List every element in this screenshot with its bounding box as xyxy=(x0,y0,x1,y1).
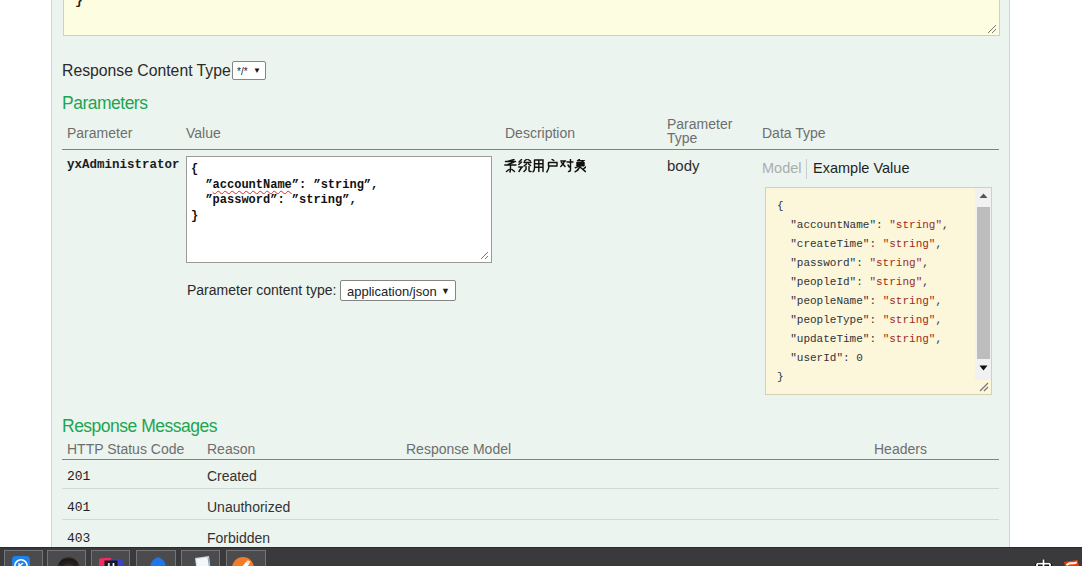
svg-text:U: U xyxy=(107,562,114,566)
